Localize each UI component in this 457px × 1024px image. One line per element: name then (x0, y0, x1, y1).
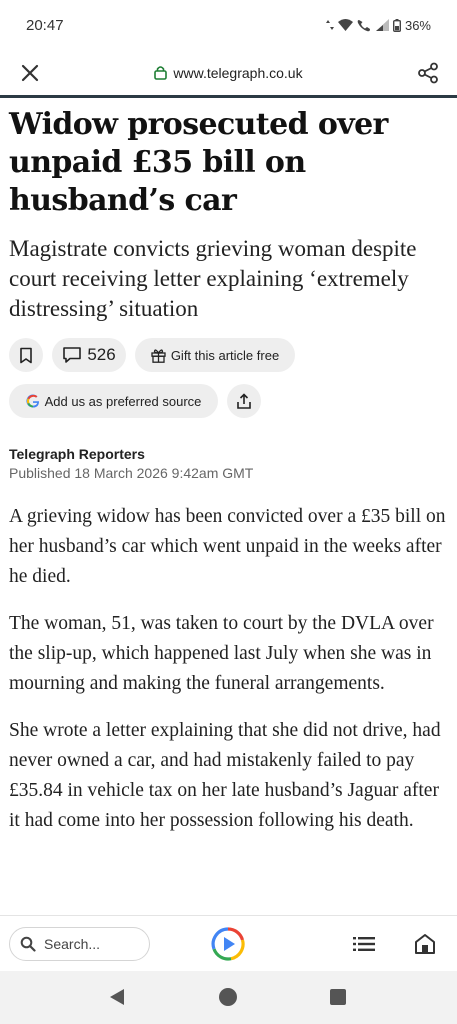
bookmark-button[interactable] (9, 338, 43, 372)
status-bar: 20:47 36% (0, 0, 457, 50)
search-input[interactable]: Search... (9, 927, 150, 961)
comment-icon (63, 347, 82, 363)
share-article-button[interactable] (227, 384, 261, 418)
standfirst: Magistrate convicts grieving woman despi… (9, 236, 417, 321)
preferred-source-button[interactable]: Add us as preferred source (9, 384, 218, 418)
published-date: Published 18 March 2026 9:42am GMT (9, 465, 254, 481)
google-g-icon (26, 394, 39, 408)
google-play-icon[interactable] (211, 927, 245, 961)
status-icons: 36% (325, 17, 431, 33)
gift-icon (151, 348, 166, 363)
header-divider (0, 95, 457, 98)
search-icon (20, 936, 36, 952)
paragraph: A grieving widow has been convicted over… (9, 506, 446, 587)
recents-icon[interactable] (329, 988, 347, 1006)
share-upload-icon (237, 392, 251, 409)
url-display[interactable]: www.telegraph.co.uk (154, 64, 303, 81)
url-bar: www.telegraph.co.uk (0, 50, 457, 95)
article-actions-secondary: Add us as preferred source (9, 384, 449, 418)
url-text: www.telegraph.co.uk (173, 64, 303, 81)
comment-count: 526 (87, 345, 116, 364)
wifi-calling-icon (357, 19, 370, 31)
preferred-source-label: Add us as preferred source (44, 393, 202, 409)
system-nav-bar (0, 971, 457, 1024)
article: Widow prosecuted over unpaid £35 bill on… (9, 106, 449, 836)
home-circle-icon[interactable] (218, 987, 238, 1007)
headline: Widow prosecuted over unpaid £35 bill on… (9, 107, 388, 218)
wifi-icon (337, 19, 353, 31)
bookmark-icon (20, 347, 32, 363)
battery-percent: 36% (404, 17, 431, 33)
byline[interactable]: Telegraph Reporters (9, 446, 449, 462)
article-body: A grieving widow has been convicted over… (9, 502, 449, 836)
back-icon[interactable] (107, 987, 127, 1007)
battery-icon (392, 18, 401, 32)
paragraph: She wrote a letter explaining that she d… (9, 720, 441, 831)
gift-article-button[interactable]: Gift this article free (135, 338, 295, 372)
lock-icon (154, 66, 168, 80)
bottom-toolbar: Search... (0, 915, 457, 971)
comments-button[interactable]: 526 (52, 338, 126, 372)
article-actions: 526 Gift this article free (9, 338, 449, 372)
list-icon[interactable] (353, 936, 375, 952)
signal-icon (375, 19, 389, 31)
paragraph: The woman, 51, was taken to court by the… (9, 613, 434, 694)
gift-label: Gift this article free (170, 347, 280, 363)
search-placeholder: Search... (44, 936, 101, 952)
home-icon[interactable] (414, 933, 436, 955)
share-icon[interactable] (417, 62, 439, 84)
close-icon[interactable] (20, 63, 40, 83)
status-time: 20:47 (26, 16, 64, 34)
data-arrows-icon (325, 20, 334, 30)
